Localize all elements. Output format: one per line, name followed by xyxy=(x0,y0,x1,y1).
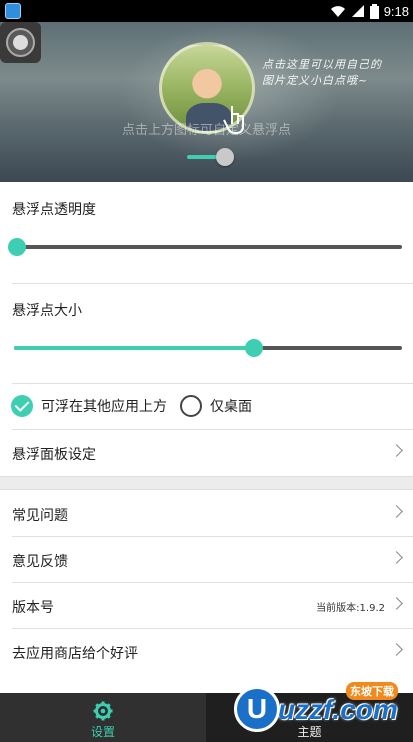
size-title: 悬浮点大小 xyxy=(12,303,82,319)
version-value: 当前版本:1.9.2 xyxy=(316,603,385,614)
float-mode-group: 可浮在其他应用上方 仅桌面 xyxy=(0,386,413,426)
custom-image-hint-handwriting: 点击这里可以用自己的图片定义小白点哦~ xyxy=(262,58,382,87)
status-bar: 9:18 xyxy=(0,0,413,22)
chevron-right-icon xyxy=(390,444,403,457)
tab-settings[interactable]: 设置 xyxy=(0,693,206,742)
opacity-title: 悬浮点透明度 xyxy=(12,202,96,218)
row-label: 去应用商店给个好评 xyxy=(12,646,138,662)
section-separator xyxy=(0,476,413,490)
desktop-only-option[interactable]: 仅桌面 xyxy=(180,395,252,417)
float-above-apps-option[interactable]: 可浮在其他应用上方 xyxy=(11,395,167,417)
opacity-slider-thumb[interactable] xyxy=(8,238,26,256)
watermark-tag: 东坡下载 xyxy=(346,682,398,700)
faq-row[interactable]: 常见问题 xyxy=(0,491,413,537)
opacity-slider[interactable] xyxy=(8,236,402,258)
clock: 9:18 xyxy=(383,3,409,19)
row-label: 意见反馈 xyxy=(12,554,68,570)
chevron-right-icon xyxy=(390,643,403,656)
panel-settings-row[interactable]: 悬浮面板设定 xyxy=(0,430,413,476)
divider xyxy=(12,383,413,384)
chevron-right-icon xyxy=(390,551,403,564)
rate-app-row[interactable]: 去应用商店给个好评 xyxy=(0,629,413,675)
row-label: 常见问题 xyxy=(12,508,68,524)
feedback-row[interactable]: 意见反馈 xyxy=(0,537,413,583)
checked-radio-icon[interactable] xyxy=(11,395,33,417)
app-notification-icon xyxy=(5,3,21,19)
option-label: 可浮在其他应用上方 xyxy=(41,399,167,415)
wifi-icon xyxy=(330,6,345,17)
preview-toggle[interactable] xyxy=(187,147,235,167)
floating-ball-preview-icon[interactable] xyxy=(0,22,41,63)
header-banner: 点击这里可以用自己的图片定义小白点哦~ 点击上方图标可自定义悬浮点 xyxy=(0,22,413,182)
tab-label: 设置 xyxy=(90,725,115,739)
row-label: 版本号 xyxy=(12,600,54,616)
watermark-logo: U xyxy=(234,686,280,732)
site-watermark: U uzzf.com 东坡下载 xyxy=(230,680,410,736)
unchecked-radio-icon[interactable] xyxy=(180,395,202,417)
status-indicators: 9:18 xyxy=(330,2,409,20)
customize-hint: 点击上方图标可自定义悬浮点 xyxy=(121,123,291,138)
battery-icon xyxy=(369,3,379,19)
row-label: 悬浮面板设定 xyxy=(12,447,96,463)
size-slider-thumb[interactable] xyxy=(244,339,263,357)
gear-icon xyxy=(93,701,113,721)
option-label: 仅桌面 xyxy=(210,399,252,415)
size-slider[interactable] xyxy=(14,337,402,359)
chevron-right-icon xyxy=(390,505,403,518)
chevron-right-icon xyxy=(390,597,403,610)
signal-icon xyxy=(351,5,364,17)
divider xyxy=(12,283,413,284)
version-row[interactable]: 版本号 当前版本:1.9.2 xyxy=(0,583,413,629)
